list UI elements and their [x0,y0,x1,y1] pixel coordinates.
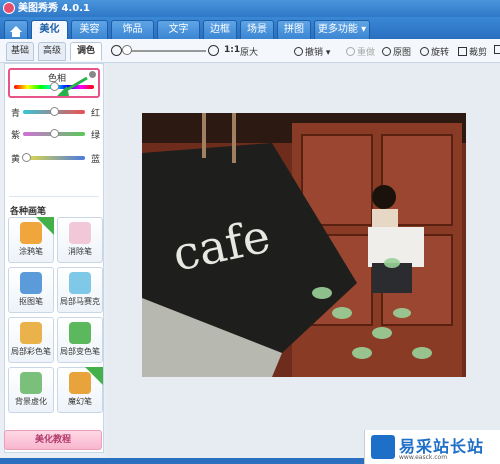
background-blur-label: 背景虚化 [15,397,47,406]
resize-icon [494,45,500,54]
divider [9,196,99,197]
tutorial-label: 美化教程 [34,435,71,445]
new-badge [85,367,103,385]
site-url: www.easck.com [399,454,448,461]
title-bar: 美图秀秀 4.0.1 [0,0,500,17]
redo-icon [346,47,355,56]
cyan-label: 青 [11,109,21,119]
photo[interactable]: cafe [142,113,466,377]
undo-label: 撤销 [305,48,324,58]
color-brush-button[interactable]: 局部彩色笔 [8,317,54,363]
eraser-brush-button[interactable]: 消除笔 [57,217,103,263]
rotate-icon [420,47,429,56]
app-logo-icon [3,2,15,14]
crop-button[interactable]: 裁剪 [458,45,487,58]
subtab-advanced[interactable]: 高级 [38,42,66,61]
original-label: 原图 [393,48,412,58]
tab-cosmetic[interactable]: 美容 [71,20,108,39]
tab-collage[interactable]: 拼图 [277,20,311,39]
help-icon[interactable] [89,71,96,78]
recolor-brush-button[interactable]: 局部变色笔 [57,317,103,363]
green-arrow-annotation [57,76,88,96]
resize-button[interactable] [494,45,500,56]
original-size-button[interactable]: 原大 [240,45,258,58]
redo-label: 重做 [357,48,376,58]
crop-icon [458,47,467,56]
cutout-pen-icon [20,272,42,294]
tab-scene[interactable]: 场景 [240,20,274,39]
zoom-in-icon[interactable] [208,45,219,56]
subtab-color[interactable]: 调色 [70,42,102,61]
site-logo-icon [371,435,395,459]
undo-button[interactable]: 撤销 ▾ [294,45,330,58]
blue-label: 蓝 [91,155,101,165]
color-brush-label: 局部彩色笔 [11,347,51,356]
main-tab-bar: 美化 美容 饰品 文字 边框 场景 拼图 更多功能 ▾ [0,17,500,39]
site-watermark: 易采站长站 www.easck.com [364,430,500,464]
color-brush-icon [20,322,42,344]
magenta-green-handle[interactable] [49,129,59,138]
tab-more-features[interactable]: 更多功能 ▾ [314,20,370,39]
mosaic-icon [69,272,91,294]
cutout-brush-button[interactable]: 抠图笔 [8,267,54,313]
yellow-blue-slider[interactable] [23,156,85,160]
doodle-brush-button[interactable]: 涂鸦笔 [8,217,54,263]
cyan-red-handle[interactable] [49,107,59,116]
subtab-basic[interactable]: 基础 [6,42,34,61]
tab-accessories[interactable]: 饰品 [111,20,154,39]
magic-brush-button[interactable]: 魔幻笔 [57,367,103,413]
zoom-slider-handle[interactable] [122,45,132,55]
home-tab[interactable] [4,20,28,39]
tab-beautify[interactable]: 美化 [31,20,68,39]
zoom-out-icon[interactable] [111,45,122,56]
original-icon [382,47,391,56]
brushes-section-title: 各种画笔 [10,207,47,217]
tab-text[interactable]: 文字 [157,20,200,39]
recolor-icon [69,322,91,344]
tab-frame[interactable]: 边框 [203,20,237,39]
actual-size-ratio[interactable]: 1:1 [224,45,240,55]
rotate-button[interactable]: 旋转 [420,45,449,58]
magic-brush-label: 魔幻笔 [68,397,92,406]
image-canvas[interactable]: cafe [106,63,500,458]
recolor-brush-label: 局部变色笔 [60,347,100,356]
mosaic-brush-label: 局部马赛克 [60,297,100,306]
undo-icon [294,47,303,56]
original-image-button[interactable]: 原图 [382,45,411,58]
yellow-blue-handle[interactable] [21,153,31,162]
zoom-slider[interactable] [126,50,206,52]
doodle-brush-label: 涂鸦笔 [19,247,43,256]
status-bar [0,458,364,464]
crop-label: 裁剪 [469,48,488,58]
rotate-label: 旋转 [431,48,450,58]
beautify-tutorial-button[interactable]: 美化教程 [4,430,102,450]
yellow-label: 黄 [11,155,21,165]
blur-icon [20,372,42,394]
adjust-panel: 色相 青 红 紫 绿 黄 蓝 各种画笔 涂鸦笔 消除笔 抠图笔 局部马赛克 局部… [4,63,104,453]
magenta-label: 紫 [11,131,21,141]
window-title: 美图秀秀 4.0.1 [18,3,90,14]
mosaic-brush-button[interactable]: 局部马赛克 [57,267,103,313]
home-icon [10,26,22,37]
cutout-brush-label: 抠图笔 [19,297,43,306]
photo-content: cafe [142,113,466,377]
background-blur-button[interactable]: 背景虚化 [8,367,54,413]
eraser-icon [69,222,91,244]
green-label: 绿 [91,131,101,141]
eraser-brush-label: 消除笔 [68,247,92,256]
redo-button[interactable]: 重做 [346,45,375,58]
red-label: 红 [91,109,101,119]
upgrade-badge [36,217,54,235]
toolbar: 基础 高级 调色 1:1 原大 撤销 ▾ 重做 原图 旋转 裁剪 [0,39,500,63]
